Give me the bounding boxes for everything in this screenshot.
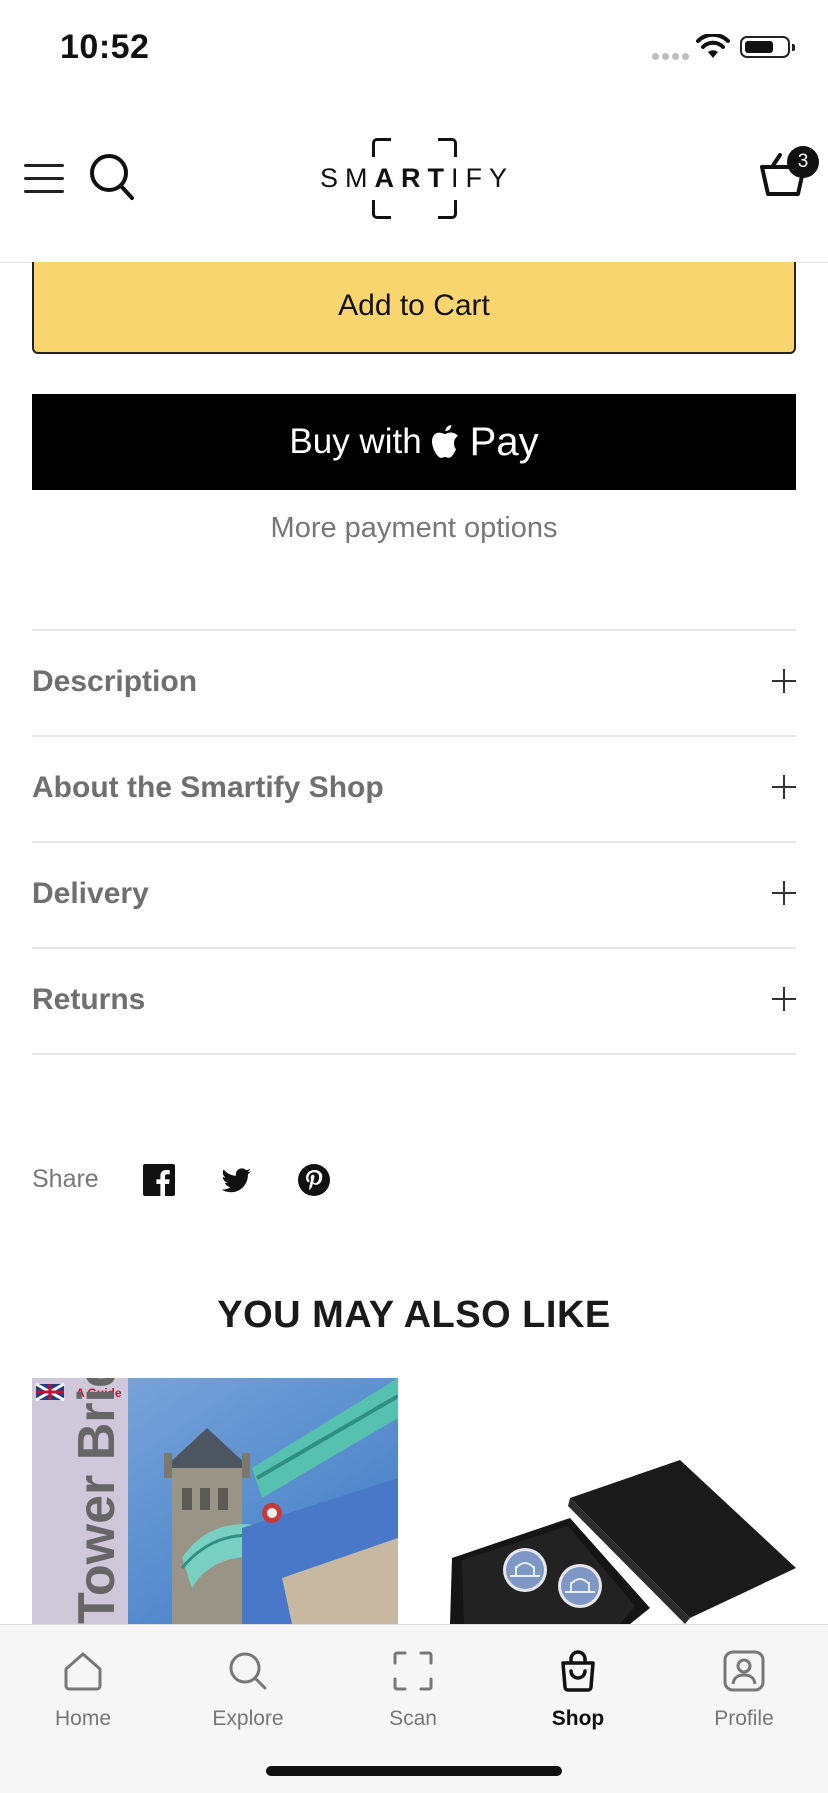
more-payment-options-link[interactable]: More payment options	[0, 512, 828, 545]
also-like-title: YOU MAY ALSO LIKE	[217, 1294, 611, 1336]
share-label: Share	[32, 1165, 99, 1193]
app-header: SMARTIFY 3	[0, 100, 828, 263]
accordion-returns[interactable]: Returns	[32, 947, 796, 1053]
twitter-icon[interactable]	[220, 1164, 252, 1196]
tab-scan[interactable]: Scan	[353, 1645, 473, 1731]
plus-icon	[772, 775, 796, 799]
accordion-label: Delivery	[32, 877, 149, 910]
svg-text:Tower Bridge: Tower Bridge	[68, 1378, 126, 1624]
accordion-label: Returns	[32, 983, 146, 1016]
apple-pay-prefix: Buy with	[289, 422, 422, 461]
plus-icon	[772, 669, 796, 693]
accordion-label: Description	[32, 665, 198, 698]
cellular-signal-icon	[652, 53, 689, 60]
search-icon	[229, 1652, 267, 1690]
tab-profile[interactable]: Profile	[684, 1645, 804, 1731]
accordion-divider	[32, 1053, 796, 1055]
search-icon[interactable]	[88, 152, 136, 209]
product-card-cufflinks[interactable]	[430, 1378, 796, 1624]
accordion-about-shop[interactable]: About the Smartify Shop	[32, 735, 796, 841]
accordion-label: About the Smartify Shop	[32, 771, 384, 804]
status-time: 10:52	[60, 28, 150, 66]
status-bar: 10:52	[0, 0, 828, 100]
tower-bridge-guide-image: A Guide Tower Bridge	[32, 1378, 398, 1624]
bag-icon	[561, 1650, 595, 1692]
tab-home[interactable]: Home	[23, 1645, 143, 1731]
accordion-delivery[interactable]: Delivery	[32, 841, 796, 947]
scan-icon	[393, 1651, 433, 1691]
hamburger-menu-icon[interactable]	[24, 162, 66, 194]
tab-shop[interactable]: Shop	[518, 1645, 638, 1731]
cufflinks-box-image	[430, 1378, 796, 1624]
plus-icon	[772, 881, 796, 905]
apple-logo-icon	[431, 425, 458, 458]
accordion-description[interactable]: Description	[32, 629, 796, 735]
facebook-icon[interactable]	[143, 1164, 175, 1196]
add-to-cart-button[interactable]: Add to Cart	[32, 262, 796, 354]
home-icon	[64, 1652, 102, 1691]
product-card-tower-bridge-guide[interactable]: A Guide Tower Bridge	[32, 1378, 398, 1624]
battery-icon	[740, 36, 795, 58]
home-indicator[interactable]	[266, 1766, 562, 1776]
smartify-logo[interactable]: SMARTIFY	[320, 134, 510, 222]
pinterest-icon[interactable]	[298, 1164, 330, 1196]
wifi-icon	[696, 32, 730, 65]
tab-explore[interactable]: Explore	[188, 1645, 308, 1731]
cart-count-badge: 3	[787, 146, 819, 178]
profile-icon	[723, 1650, 765, 1692]
apple-pay-button[interactable]: Buy with Pay	[32, 394, 796, 490]
apple-pay-suffix: Pay	[469, 419, 539, 464]
plus-icon	[772, 987, 796, 1011]
